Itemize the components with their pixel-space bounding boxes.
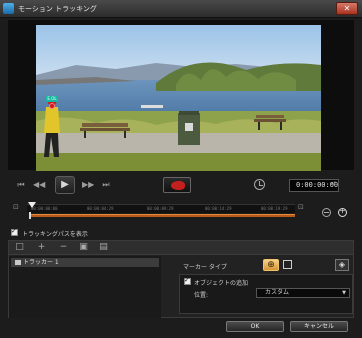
video-preview[interactable] — [36, 25, 321, 171]
add-object-checkbox[interactable] — [184, 276, 191, 285]
title-bar: モーション トラッキング ✕ — [0, 0, 362, 18]
timecode-spin-icon[interactable]: ▲▼ — [331, 180, 336, 185]
add-object-label: オブジェクトの追加 — [194, 280, 249, 287]
zoom-out-icon[interactable] — [322, 208, 331, 217]
motion-track-button[interactable] — [163, 177, 191, 193]
window-title: モーション トラッキング — [18, 5, 97, 13]
tracker-options-icon[interactable]: ▣ — [79, 243, 88, 252]
object-options-box: オブジェクトの追加 位置: カスタム ▼ — [179, 274, 353, 314]
video-scene — [36, 25, 321, 171]
tracker-list: トラッカー 1 — [9, 256, 161, 318]
time-ruler[interactable]: 00:00:00:00 00:00:04:29 00:00:09:29 00:0… — [27, 204, 295, 213]
record-icon — [171, 181, 185, 190]
tracking-bar[interactable] — [29, 214, 295, 217]
ruler-left-icon[interactable]: ⊡ — [13, 203, 21, 213]
tick-label: 00:00:04:29 — [87, 206, 114, 211]
tracker-list-item-label: トラッカー 1 — [23, 259, 59, 266]
chevron-down-icon: ▼ — [342, 290, 346, 296]
playback-controls: ⏮ ◀◀ ▶ ▶▶ ⏭ 0:00:00:00 ▲▼ — [0, 172, 362, 200]
timecode-field[interactable]: 0:00:00:00 ▲▼ — [289, 179, 339, 192]
go-to-start-icon[interactable]: ⏮ — [15, 179, 27, 191]
tracker-list-item[interactable]: トラッカー 1 — [11, 258, 159, 267]
show-track-label: トラッキングパスを表示 — [22, 231, 88, 238]
app-icon — [3, 3, 14, 14]
add-tracker-icon[interactable]: + — [37, 243, 46, 252]
history-icon[interactable] — [254, 179, 265, 190]
timeline: ⊡ 00:00:00:00 00:00:04:29 00:00:09:29 00… — [0, 200, 362, 226]
zoom-in-icon[interactable] — [338, 206, 347, 217]
ok-button[interactable]: OK — [226, 321, 284, 332]
tracker-label-tag[interactable]: E.OL — [46, 96, 58, 102]
position-select-value: カスタム — [265, 289, 290, 296]
tracker-swatch-icon — [15, 260, 21, 265]
tick-label: 00:00:14:29 — [205, 206, 232, 211]
tick-label: 00:00:19:29 — [261, 206, 288, 211]
show-track-checkbox[interactable] — [11, 227, 18, 236]
marker-type-label: マーカー タイプ — [183, 264, 227, 271]
playhead-icon[interactable] — [28, 202, 36, 208]
position-select[interactable]: カスタム ▼ — [256, 288, 350, 298]
next-frame-icon[interactable]: ▶▶ — [82, 179, 94, 191]
track-position-marker[interactable] — [29, 212, 31, 219]
marker-option-button[interactable]: ◈ — [335, 259, 349, 271]
tracker-type-icon[interactable]: □ — [15, 243, 24, 252]
remove-tracker-icon[interactable]: − — [59, 243, 68, 252]
go-to-end-icon[interactable]: ⏭ — [100, 179, 112, 191]
area-marker-button[interactable] — [283, 260, 292, 269]
tracker-settings: マーカー タイプ ⊕ ◈ オブジェクトの追加 位置: カスタム ▼ — [169, 256, 353, 318]
point-marker-button[interactable]: ⊕ — [263, 259, 279, 271]
tracker-point[interactable] — [49, 103, 55, 109]
tick-label: 00:00:09:29 — [147, 206, 174, 211]
cancel-button[interactable]: キャンセル — [290, 321, 348, 332]
tracker-panel: □ + − ▣ ▤ トラッカー 1 マーカー タイプ ⊕ ◈ オブジェクトの追加… — [8, 240, 354, 318]
panel-toolbar: □ + − ▣ ▤ — [9, 241, 353, 255]
play-button[interactable]: ▶ — [55, 176, 75, 194]
previous-frame-icon[interactable]: ◀◀ — [33, 179, 45, 191]
close-button[interactable]: ✕ — [336, 2, 358, 15]
position-label: 位置: — [194, 292, 209, 299]
tracker-settings-icon[interactable]: ▤ — [99, 243, 108, 252]
ruler-right-icon[interactable]: ⊡ — [298, 203, 306, 213]
